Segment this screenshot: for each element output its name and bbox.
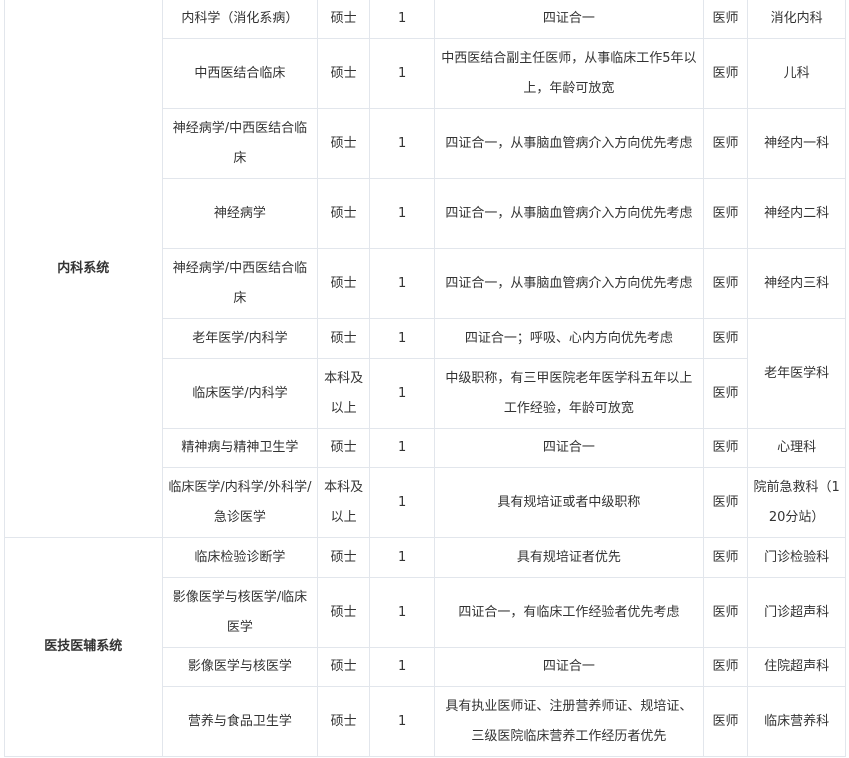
post-cell: 医师 xyxy=(702,178,749,249)
major-cell: 内科学（消化系病） xyxy=(161,0,319,39)
requirement-cell: 四证合一，从事脑血管病介入方向优先考虑 xyxy=(434,178,704,249)
count-cell: 1 xyxy=(369,467,436,538)
requirement-cell: 中级职称，有三甲医院老年医学科五年以上工作经验，年龄可放宽 xyxy=(434,358,704,429)
degree-cell: 硕士 xyxy=(317,248,371,319)
requirement-cell: 四证合一 xyxy=(434,0,704,39)
requirement-cell: 四证合一 xyxy=(434,428,704,468)
major-cell: 神经病学/中西医结合临床 xyxy=(161,248,319,319)
degree-cell: 硕士 xyxy=(317,577,371,648)
major-cell: 神经病学 xyxy=(161,178,319,249)
major-cell: 临床医学/内科学/外科学/急诊医学 xyxy=(161,467,319,538)
post-cell: 医师 xyxy=(702,647,749,687)
count-cell: 1 xyxy=(369,537,436,578)
count-cell: 1 xyxy=(369,318,436,359)
major-cell: 临床医学/内科学 xyxy=(161,358,319,429)
count-cell: 1 xyxy=(369,358,436,429)
major-cell: 中西医结合临床 xyxy=(161,38,319,109)
post-cell: 医师 xyxy=(702,686,749,757)
count-cell: 1 xyxy=(369,0,436,39)
post-cell: 医师 xyxy=(702,38,749,109)
requirement-cell: 四证合一 xyxy=(434,647,704,687)
dept-cell: 门诊检验科 xyxy=(747,537,846,578)
system-cell-tech: 医技医辅系统 xyxy=(4,537,163,757)
count-cell: 1 xyxy=(369,577,436,648)
dept-cell: 神经内二科 xyxy=(747,178,846,249)
degree-cell: 硕士 xyxy=(317,38,371,109)
post-cell: 医师 xyxy=(702,577,749,648)
count-cell: 1 xyxy=(369,428,436,468)
dept-cell: 老年医学科 xyxy=(747,318,846,429)
degree-cell: 硕士 xyxy=(317,428,371,468)
dept-cell: 住院超声科 xyxy=(747,647,846,687)
count-cell: 1 xyxy=(369,178,436,249)
post-cell: 医师 xyxy=(702,467,749,538)
count-cell: 1 xyxy=(369,686,436,757)
dept-cell: 神经内三科 xyxy=(747,248,846,319)
dept-cell: 院前急救科（120分站） xyxy=(747,467,846,538)
post-cell: 医师 xyxy=(702,318,749,359)
degree-cell: 硕士 xyxy=(317,647,371,687)
major-cell: 精神病与精神卫生学 xyxy=(161,428,319,468)
post-cell: 医师 xyxy=(702,248,749,319)
degree-cell: 本科及以上 xyxy=(317,358,371,429)
recruitment-table: 内科系统 内科学（消化系病） 硕士 1 四证合一 医师 消化内科 中西医结合临床… xyxy=(4,0,846,757)
major-cell: 营养与食品卫生学 xyxy=(161,686,319,757)
major-cell: 老年医学/内科学 xyxy=(161,318,319,359)
degree-cell: 硕士 xyxy=(317,0,371,39)
dept-cell: 临床营养科 xyxy=(747,686,846,757)
degree-cell: 本科及以上 xyxy=(317,467,371,538)
major-cell: 临床检验诊断学 xyxy=(161,537,319,578)
dept-cell: 心理科 xyxy=(747,428,846,468)
major-cell: 神经病学/中西医结合临床 xyxy=(161,108,319,179)
requirement-cell: 具有执业医师证、注册营养师证、规培证、三级医院临床营养工作经历者优先 xyxy=(434,686,704,757)
dept-cell: 消化内科 xyxy=(747,0,846,39)
post-cell: 医师 xyxy=(702,0,749,39)
table-row: 医技医辅系统 临床检验诊断学 硕士 1 具有规培证者优先 医师 门诊检验科 xyxy=(4,537,846,757)
degree-cell: 硕士 xyxy=(317,537,371,578)
count-cell: 1 xyxy=(369,108,436,179)
degree-cell: 硕士 xyxy=(317,318,371,359)
dept-cell: 门诊超声科 xyxy=(747,577,846,648)
system-cell-internal: 内科系统 xyxy=(4,0,163,538)
degree-cell: 硕士 xyxy=(317,108,371,179)
requirement-cell: 中西医结合副主任医师，从事临床工作5年以上，年龄可放宽 xyxy=(434,38,704,109)
degree-cell: 硕士 xyxy=(317,178,371,249)
count-cell: 1 xyxy=(369,38,436,109)
requirement-cell: 四证合一；呼吸、心内方向优先考虑 xyxy=(434,318,704,359)
post-cell: 医师 xyxy=(702,537,749,578)
post-cell: 医师 xyxy=(702,428,749,468)
table-row: 内科系统 内科学（消化系病） 硕士 1 四证合一 医师 消化内科 xyxy=(4,0,846,538)
count-cell: 1 xyxy=(369,647,436,687)
requirement-cell: 四证合一，从事脑血管病介入方向优先考虑 xyxy=(434,108,704,179)
major-cell: 影像医学与核医学/临床医学 xyxy=(161,577,319,648)
post-cell: 医师 xyxy=(702,358,749,429)
requirement-cell: 四证合一，有临床工作经验者优先考虑 xyxy=(434,577,704,648)
requirement-cell: 具有规培证或者中级职称 xyxy=(434,467,704,538)
degree-cell: 硕士 xyxy=(317,686,371,757)
major-cell: 影像医学与核医学 xyxy=(161,647,319,687)
dept-cell: 神经内一科 xyxy=(747,108,846,179)
requirement-cell: 四证合一，从事脑血管病介入方向优先考虑 xyxy=(434,248,704,319)
dept-cell: 儿科 xyxy=(747,38,846,109)
requirement-cell: 具有规培证者优先 xyxy=(434,537,704,578)
post-cell: 医师 xyxy=(702,108,749,179)
count-cell: 1 xyxy=(369,248,436,319)
